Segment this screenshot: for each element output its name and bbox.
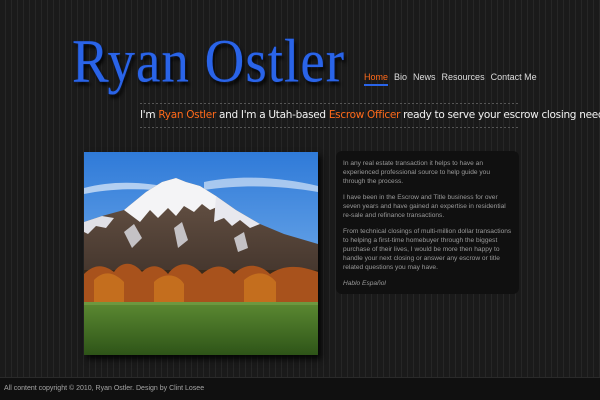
tagline-divider-top bbox=[140, 103, 520, 104]
footer: All content copyright © 2010, Ryan Ostle… bbox=[0, 377, 600, 400]
intro-paragraph: I have been in the Escrow and Title busi… bbox=[343, 194, 506, 219]
nav-news[interactable]: News bbox=[413, 72, 436, 86]
tagline: I'm Ryan Ostler and I'm a Utah-based Esc… bbox=[140, 109, 600, 121]
tagline-text: and I'm a Utah-based bbox=[215, 109, 329, 121]
nav-resources[interactable]: Resources bbox=[442, 72, 485, 86]
intro-paragraph: From technical closings of multi-million… bbox=[343, 228, 512, 271]
mountain-illustration bbox=[84, 152, 318, 355]
nav-home[interactable]: Home bbox=[364, 72, 389, 86]
footer-copyright: All content copyright © 2010, Ryan Ostle… bbox=[4, 385, 205, 392]
tagline-name: Ryan Ostler bbox=[158, 109, 216, 121]
tagline-text: ready to serve your escrow closing needs… bbox=[400, 109, 600, 121]
tagline-divider-bottom bbox=[140, 127, 520, 128]
nav-bio[interactable]: Bio bbox=[394, 72, 407, 86]
spanish-note: Hablo Español bbox=[343, 280, 386, 287]
site-logo[interactable]: Ryan Ostler bbox=[72, 30, 345, 92]
intro-panel: In any real estate transaction it helps … bbox=[336, 151, 519, 294]
tagline-text: I'm bbox=[140, 109, 159, 121]
tagline-role: Escrow Officer bbox=[328, 109, 401, 121]
intro-paragraph: In any real estate transaction it helps … bbox=[343, 160, 490, 185]
main-nav: Home Bio News Resources Contact Me bbox=[364, 72, 537, 86]
mountain-photo bbox=[84, 152, 318, 355]
nav-contact[interactable]: Contact Me bbox=[491, 72, 537, 86]
